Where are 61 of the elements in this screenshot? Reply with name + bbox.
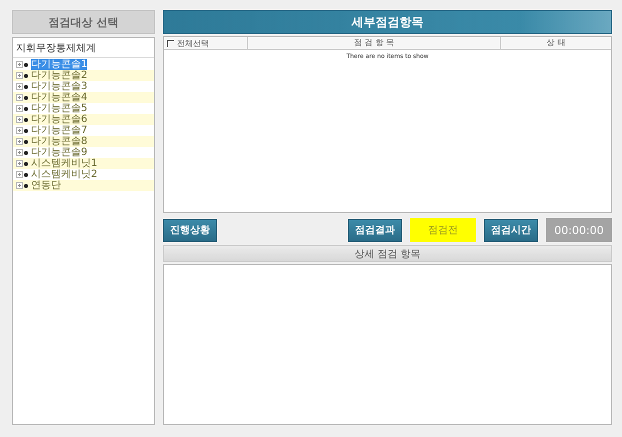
progress-button[interactable]: 진행상황 xyxy=(163,218,217,242)
tree-item-label[interactable]: 시스템케비닛1 xyxy=(31,158,98,169)
expand-icon[interactable] xyxy=(16,127,23,134)
tree-row[interactable]: 시스템케비닛1 xyxy=(13,158,154,169)
panel-title: 세부점검항목 xyxy=(163,10,612,34)
expand-icon[interactable] xyxy=(16,160,23,167)
result-status: 점검전 xyxy=(410,218,476,242)
expand-icon[interactable] xyxy=(16,182,23,189)
section-title: 상세 점검 항목 xyxy=(163,245,612,262)
tree-row[interactable]: 다기능콘솔6 xyxy=(13,114,154,125)
expand-icon[interactable] xyxy=(16,61,23,68)
node-icon xyxy=(24,162,28,166)
node-icon xyxy=(24,184,28,188)
expand-icon[interactable] xyxy=(16,83,23,90)
tree-item-label[interactable]: 연동단 xyxy=(31,180,61,191)
node-icon xyxy=(24,118,28,122)
checkbox[interactable] xyxy=(167,40,174,46)
expand-icon[interactable] xyxy=(16,72,23,79)
node-icon xyxy=(24,172,28,176)
node-icon xyxy=(24,128,28,132)
tree-item-label[interactable]: 다기능콘솔7 xyxy=(31,125,88,136)
tree-row[interactable]: 다기능콘솔5 xyxy=(13,103,154,114)
expand-icon[interactable] xyxy=(16,149,23,156)
tree-item-label[interactable]: 다기능콘솔8 xyxy=(31,136,88,147)
tree-row[interactable]: 다기능콘솔8 xyxy=(13,136,154,147)
tree-item-label[interactable]: 다기능콘솔1 xyxy=(31,59,88,70)
tree-item-label[interactable]: 다기능콘솔4 xyxy=(31,92,88,103)
node-icon xyxy=(24,84,28,88)
node-icon xyxy=(24,140,28,144)
column-header[interactable]: 점 검 항 목 xyxy=(248,37,501,49)
node-icon xyxy=(24,150,28,154)
time-display: 00:00:00 xyxy=(546,218,612,242)
tree-row[interactable]: 다기능콘솔7 xyxy=(13,125,154,136)
tree-row[interactable]: 다기능콘솔3 xyxy=(13,81,154,92)
time-button[interactable]: 점검시간 xyxy=(484,218,538,242)
tree-row[interactable]: 시스템케비닛2 xyxy=(13,169,154,180)
tree-row[interactable]: 다기능콘솔2 xyxy=(13,70,154,81)
tree-root[interactable]: 지휘무장통제체계 xyxy=(13,40,154,58)
expand-icon[interactable] xyxy=(16,171,23,178)
node-icon xyxy=(24,74,28,78)
expand-icon[interactable] xyxy=(16,138,23,145)
tree-item-label[interactable]: 시스템케비닛2 xyxy=(31,169,98,180)
result-button[interactable]: 점검결과 xyxy=(348,218,402,242)
panel-title: 점검대상 선택 xyxy=(12,10,155,34)
node-icon xyxy=(24,96,28,100)
tree-row[interactable]: 연동단 xyxy=(13,180,154,191)
expand-icon[interactable] xyxy=(16,94,23,101)
expand-icon[interactable] xyxy=(16,116,23,123)
tree-row[interactable]: 다기능콘솔1 xyxy=(13,59,154,70)
tree-item-label[interactable]: 다기능콘솔2 xyxy=(31,70,88,81)
tree-row[interactable]: 다기능콘솔4 xyxy=(13,92,154,103)
node-icon xyxy=(24,62,28,66)
tree-item-label[interactable]: 다기능콘솔5 xyxy=(31,103,88,114)
node-icon xyxy=(24,106,28,110)
tree-item-label[interactable]: 다기능콘솔6 xyxy=(31,114,88,125)
expand-icon[interactable] xyxy=(16,105,23,112)
column-header[interactable]: 상 태 xyxy=(501,37,611,49)
tree-row[interactable]: 다기능콘솔9 xyxy=(13,147,154,158)
column-header[interactable]: 전체선택 xyxy=(177,38,209,48)
tree-item-label[interactable]: 다기능콘솔3 xyxy=(31,81,88,92)
tree-item-label[interactable]: 다기능콘솔9 xyxy=(31,147,88,158)
